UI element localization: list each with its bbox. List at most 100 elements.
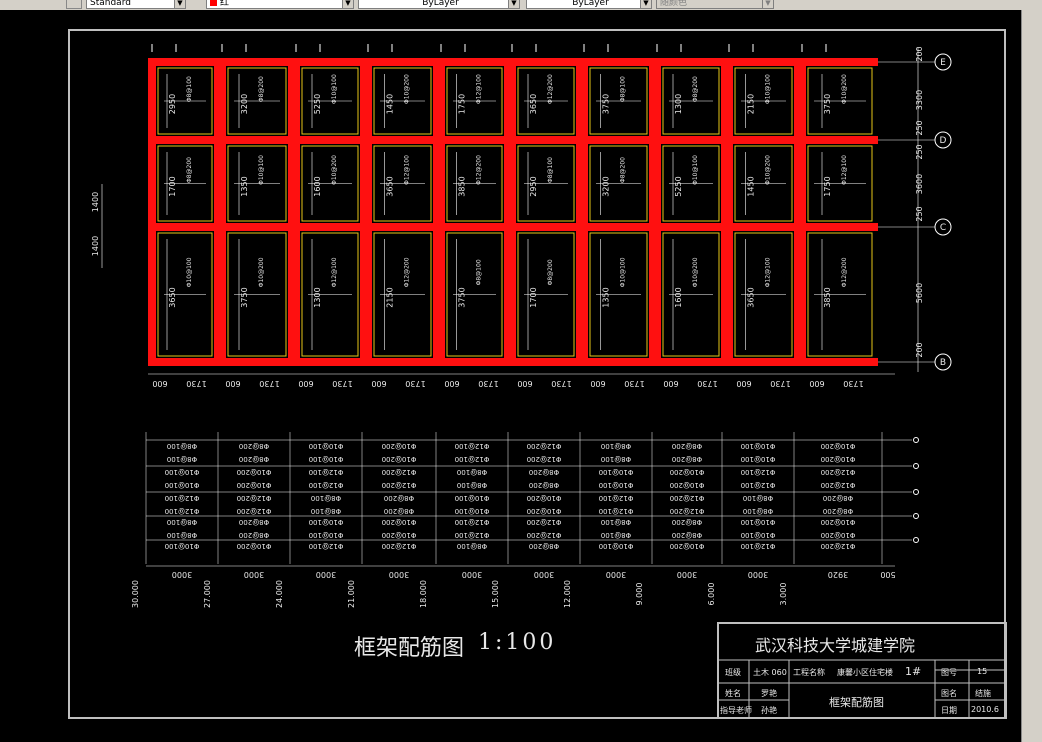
beam-vertical (725, 58, 733, 366)
rebar-label: Φ8@100 (457, 481, 487, 489)
dimension-label: 250 (915, 120, 924, 135)
dimension-label: 600 (152, 379, 167, 388)
rebar-label: Φ12@100 (841, 155, 848, 185)
rebar-label: Φ12@100 (599, 507, 634, 515)
rebar-label: Φ10@200 (821, 518, 856, 526)
dimension-label: 3000 (172, 570, 192, 579)
rebar-label: Φ10@200 (382, 531, 417, 539)
rebar-label: Φ12@100 (765, 257, 772, 287)
rebar-label: Φ10@100 (165, 481, 200, 489)
dimension-label: 250 (915, 206, 924, 221)
elevation-label: 6.000 (707, 583, 716, 606)
name-value: 罗艳 (761, 689, 777, 698)
building-number: 1# (905, 665, 922, 678)
rebar-label: Φ8@200 (384, 494, 414, 502)
rebar-label: Φ10@100 (620, 257, 627, 287)
rebar-label: Φ8@100 (167, 518, 197, 526)
title-block: 武汉科技大学城建学院 班级 土木 060 工程名称 康馨小区住宅楼 1# 图号 … (717, 622, 1007, 719)
slab-dimension-label: 1350 (240, 176, 249, 196)
school-name: 武汉科技大学城建学院 (755, 636, 916, 655)
rebar-label: Φ12@100 (165, 507, 200, 515)
rebar-label: Φ12@200 (670, 507, 705, 515)
slab-dimension-label: 3850 (458, 176, 467, 196)
rebar-label: Φ12@200 (527, 518, 562, 526)
slab-dimension-label: 3200 (240, 94, 249, 114)
rebar-label: Φ10@200 (821, 442, 856, 450)
rebar-label: Φ10@200 (237, 468, 272, 476)
advisor-label: 指导老师 (720, 706, 752, 715)
elevation-label: 3.000 (779, 583, 788, 606)
rebar-label: Φ10@200 (527, 507, 562, 515)
rebar-label: Φ8@200 (672, 442, 702, 450)
slab-dimension-label: 2150 (386, 287, 395, 307)
dimension-label: 3000 (316, 570, 336, 579)
beam-vertical-double (288, 58, 292, 366)
rebar-label: Φ12@100 (455, 531, 490, 539)
rebar-label: Φ12@200 (382, 481, 417, 489)
rebar-label: Φ8@200 (823, 507, 853, 515)
dimension-label: 1400 (91, 192, 100, 212)
rebar-label: Φ10@200 (821, 531, 856, 539)
rebar-label: Φ8@200 (529, 481, 559, 489)
rebar-label: Φ8@100 (620, 76, 627, 102)
rebar-label: Φ10@100 (599, 542, 634, 550)
beam-vertical-double (214, 58, 218, 366)
rebar-label: Φ8@200 (239, 455, 269, 463)
rebar-label: Φ10@200 (692, 257, 699, 287)
project-label: 工程名称 (793, 668, 825, 677)
axis-label: C (940, 223, 946, 233)
rebar-label: Φ12@200 (237, 494, 272, 502)
dimension-label: 1730 (843, 379, 863, 388)
rebar-label: Φ10@100 (258, 155, 265, 185)
slab-dimension-label: 3200 (602, 176, 611, 196)
dimension-label: 3600 (915, 174, 924, 194)
vertical-scrollbar[interactable] (1021, 10, 1042, 742)
rebar-label: Φ12@200 (382, 542, 417, 550)
dimension-label: 3000 (606, 570, 626, 579)
name-label: 姓名 (725, 689, 741, 698)
rebar-label: Φ8@200 (529, 542, 559, 550)
rebar-label: Φ10@100 (331, 74, 338, 104)
drawing-number-label: 图号 (941, 668, 957, 677)
rebar-label: Φ10@200 (382, 518, 417, 526)
rebar-label: Φ10@200 (382, 442, 417, 450)
dimension-label: 600 (663, 379, 678, 388)
rebar-label: Φ12@200 (821, 468, 856, 476)
dimension-label: 3000 (389, 570, 409, 579)
dimension-label: 600 (517, 379, 532, 388)
dimension-label: 200 (915, 46, 924, 61)
rebar-label: Φ8@100 (601, 531, 631, 539)
beam-vertical-double (433, 58, 437, 366)
rebar-label: Φ10@200 (404, 74, 411, 104)
rebar-label: Φ12@200 (670, 494, 705, 502)
axis-label: B (940, 358, 946, 368)
elevation-label: 9.000 (635, 583, 644, 606)
elevation-label: 15.000 (491, 580, 500, 608)
rebar-label: Φ8@100 (311, 507, 341, 515)
slab-dimension-label: 3650 (168, 287, 177, 307)
axis-bubble-icon (913, 513, 919, 519)
rebar-label: Φ12@100 (599, 494, 634, 502)
rebar-label: Φ8@100 (167, 455, 197, 463)
dimension-label: 3300 (915, 90, 924, 110)
beam-vertical (364, 58, 372, 366)
dimension-label: 500 (880, 570, 895, 579)
rebar-label: Φ10@100 (165, 542, 200, 550)
elevation-label: 21.000 (347, 580, 356, 608)
dimension-label: 1730 (259, 379, 279, 388)
axis-label: E (940, 58, 946, 68)
dimension-label: 1730 (697, 379, 717, 388)
dimension-label: 1730 (770, 379, 790, 388)
rebar-label: Φ10@200 (670, 481, 705, 489)
rebar-label: Φ8@100 (547, 157, 554, 183)
rebar-label: Φ12@100 (741, 542, 776, 550)
rebar-label: Φ8@100 (167, 442, 197, 450)
beam-vertical-double (649, 58, 653, 366)
slab-dimension-label: 1300 (674, 94, 683, 114)
rebar-label: Φ8@100 (601, 442, 631, 450)
rebar-label: Φ8@200 (672, 455, 702, 463)
rebar-label: Φ10@100 (692, 155, 699, 185)
rebar-label: Φ8@200 (672, 531, 702, 539)
beam-vertical (653, 58, 661, 366)
rebar-label: Φ10@100 (741, 518, 776, 526)
